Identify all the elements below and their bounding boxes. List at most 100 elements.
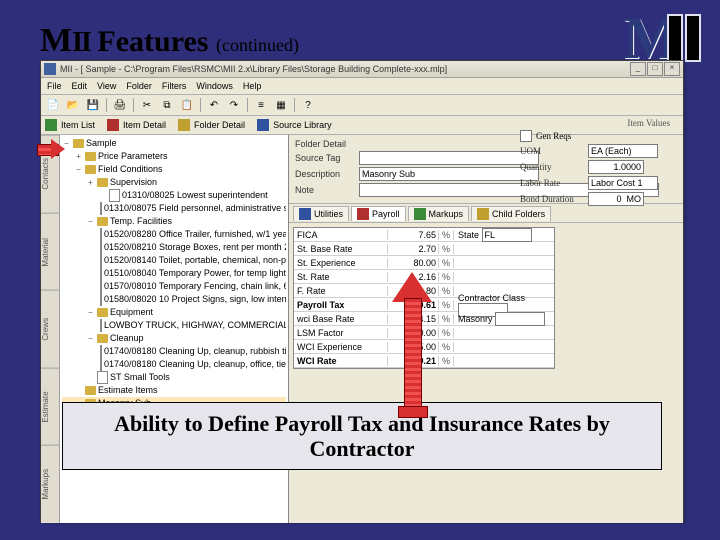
expand-icon[interactable]: + [86,176,95,189]
tree-row[interactable]: 01520/08280 Office Trailer, furnished, w… [62,228,286,241]
labor-rate-input[interactable] [588,176,658,190]
tree-row[interactable]: Estimate Items [62,384,286,397]
rate-value[interactable]: 100.00 [387,328,439,338]
rate-value[interactable]: 0.80 [387,286,439,296]
tool-b-icon[interactable]: ▦ [272,96,290,114]
doc-icon [97,371,108,384]
tree-label: 01310/08075 Field personnel, administrat… [104,202,286,215]
menu-bar: File Edit View Folder Filters Windows Help [41,78,683,95]
menu-folder[interactable]: Folder [126,81,152,91]
tree-row[interactable]: 01310/08025 Lowest superintendent [62,189,286,202]
tree-label: LOWBOY TRUCK, HIGHWAY, COMMERCIAL 8200… [104,319,286,332]
tree-row[interactable]: LOWBOY TRUCK, HIGHWAY, COMMERCIAL 8200… [62,319,286,332]
rate-value[interactable]: 29.21 [387,356,439,366]
paste-icon[interactable]: 📋 [178,96,196,114]
rate-unit: % [439,314,454,324]
side-tab-material[interactable]: Material [41,213,59,291]
rate-row: FICA7.65%State [294,228,554,242]
subtab-icon [477,208,489,220]
tree-label: 01580/08020 10 Project Signs, sign, low … [104,293,286,306]
save-icon[interactable]: 💾 [84,96,102,114]
doc-icon [100,241,102,254]
tree-row[interactable]: 01510/08040 Temporary Power, for temp li… [62,267,286,280]
gen-reqs-checkbox[interactable] [520,130,532,142]
tree-label: 01520/08280 Office Trailer, furnished, w… [104,228,286,241]
redo-icon[interactable]: ↷ [225,96,243,114]
rate-value[interactable]: 2.70 [387,244,439,254]
tree-row[interactable]: 01580/08020 10 Project Signs, sign, low … [62,293,286,306]
new-icon[interactable]: 📄 [44,96,62,114]
tab-folder-detail[interactable]: Folder Detail [194,120,245,130]
menu-filters[interactable]: Filters [162,81,187,91]
menu-view[interactable]: View [97,81,116,91]
maximize-button[interactable]: □ [647,62,663,76]
menu-edit[interactable]: Edit [72,81,88,91]
rate-extra-input[interactable] [482,228,532,242]
side-tab-estimate[interactable]: Estimate [41,368,59,446]
tab-item-list[interactable]: Item List [61,120,95,130]
tree-row[interactable]: +Supervision [62,176,286,189]
tool-a-icon[interactable]: ≡ [252,96,270,114]
close-button[interactable]: × [664,62,680,76]
rate-extra-label: State [458,230,482,240]
description-input[interactable] [359,167,539,181]
expand-icon[interactable]: − [62,137,71,150]
help-icon[interactable]: ? [299,96,317,114]
tree-row[interactable]: − Equipment [62,306,286,319]
tree-label: Equipment [110,306,153,319]
expand-icon[interactable]: − [86,332,95,345]
tree-row[interactable]: 01520/08210 Storage Boxes, rent per mont… [62,241,286,254]
tree-row[interactable]: +Price Parameters [62,150,286,163]
uom-input[interactable] [588,144,658,158]
rate-label: F. Rate [294,286,387,296]
expand-icon[interactable]: + [74,150,83,163]
tree-row[interactable]: ST Small Tools [62,371,286,384]
doc-icon [100,254,102,267]
rate-label: FICA [294,230,387,240]
rate-unit: % [439,272,454,282]
subtab-markups[interactable]: Markups [408,206,470,221]
menu-windows[interactable]: Windows [196,81,233,91]
rate-value[interactable]: 85.00 [387,342,439,352]
open-icon[interactable]: 📂 [64,96,82,114]
undo-icon[interactable]: ↶ [205,96,223,114]
cut-icon[interactable]: ✂ [138,96,156,114]
source-tag-input[interactable] [359,151,539,165]
rate-value[interactable]: 7.65 [387,230,439,240]
tab-source-library[interactable]: Source Library [273,120,332,130]
quantity-input[interactable] [588,160,644,174]
rate-value[interactable]: 34.15 [387,314,439,324]
tree-row[interactable]: 01310/08075 Field personnel, administrat… [62,202,286,215]
tree-row[interactable]: −Sample [62,137,286,150]
tree-row[interactable]: −Field Conditions [62,163,286,176]
bond-duration-input[interactable] [588,192,644,206]
menu-help[interactable]: Help [243,81,262,91]
expand-icon[interactable]: − [74,163,83,176]
rate-extra-input[interactable] [495,312,545,326]
expand-icon[interactable]: − [86,306,95,319]
rate-value[interactable]: 2.16 [387,272,439,282]
tree-row[interactable]: 01740/08180 Cleaning Up, cleanup, rubbis… [62,345,286,358]
subtab-utilities[interactable]: Utilities [293,206,349,221]
subtab-icon [357,208,369,220]
tree-row[interactable]: −Temp. Facilities [62,215,286,228]
expand-icon[interactable]: − [86,215,95,228]
rate-unit: % [439,286,454,296]
subtab-payroll[interactable]: Payroll [351,206,406,221]
side-tab-contacts[interactable]: Contacts [41,135,59,213]
tree-row[interactable]: 01520/08140 Toilet, portable, chemical, … [62,254,286,267]
tree-row[interactable]: −Cleanup [62,332,286,345]
doc-icon [100,228,102,241]
rate-value[interactable]: 80.00 [387,258,439,268]
side-tab-markups[interactable]: Markups [41,445,59,523]
minimize-button[interactable]: _ [630,62,646,76]
print-icon[interactable]: 🖨 [111,96,129,114]
tree-row[interactable]: 01740/08180 Cleaning Up, cleanup, office… [62,358,286,371]
menu-file[interactable]: File [47,81,62,91]
copy-icon[interactable]: ⧉ [158,96,176,114]
rate-value[interactable]: 10.61 [387,300,439,310]
rate-label: St. Base Rate [294,244,387,254]
side-tab-crews[interactable]: Crews [41,290,59,368]
tab-item-detail[interactable]: Item Detail [123,120,166,130]
tree-row[interactable]: 01570/08010 Temporary Fencing, chain lin… [62,280,286,293]
